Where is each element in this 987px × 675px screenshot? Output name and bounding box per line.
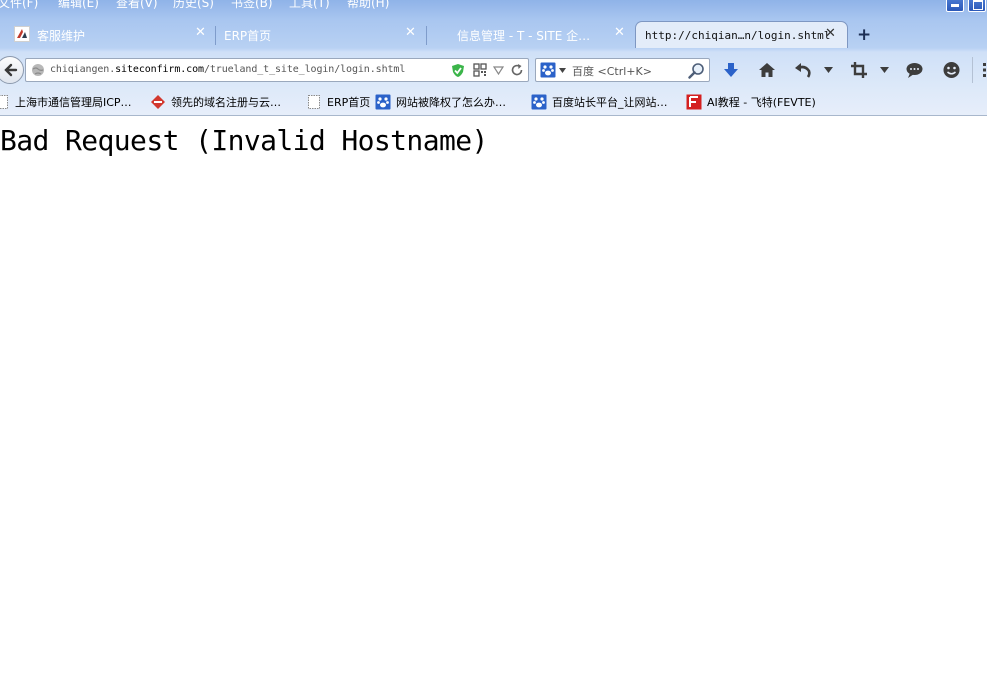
blank-page-icon xyxy=(308,95,320,109)
url-path: /trueland_t_site_login/login.shtml xyxy=(203,64,406,75)
new-tab-button[interactable]: + xyxy=(857,25,871,45)
menu-history[interactable]: 历史(S) xyxy=(173,0,214,11)
address-bar[interactable]: chiqiangen.siteconfirm.com/trueland_t_si… xyxy=(25,58,529,82)
download-icon[interactable] xyxy=(722,61,740,79)
tab-close-icon[interactable]: ✕ xyxy=(195,25,206,40)
menu-edit[interactable]: 编辑(E) xyxy=(58,0,99,11)
menu-file[interactable]: 文件(F) xyxy=(0,0,38,11)
bookmark-fevte[interactable]: AI教程 - 飞特(FEVTE) xyxy=(686,93,816,111)
security-shield-icon[interactable] xyxy=(451,63,465,78)
tab-close-icon[interactable]: ✕ xyxy=(825,26,836,41)
bookmark-baidu-webmaster[interactable]: 百度站长平台_让网站… xyxy=(531,93,668,111)
menu-bookmarks[interactable]: 书签(B) xyxy=(231,0,273,11)
bookmark-icp[interactable]: 上海市通信管理局ICP… xyxy=(0,93,132,111)
tab-info-management[interactable]: 信息管理 - T - SITE 企… ✕ xyxy=(427,21,635,48)
minimize-button[interactable] xyxy=(946,0,964,12)
tab-close-icon[interactable]: ✕ xyxy=(614,25,625,40)
tab-login-active[interactable]: http://chiqian…n/login.shtml ✕ xyxy=(635,21,848,48)
bookmark-label: 上海市通信管理局ICP… xyxy=(15,96,132,109)
tab-label: http://chiqian…n/login.shtml xyxy=(645,29,831,42)
tab-label: 信息管理 - T - SITE 企… xyxy=(457,29,591,43)
screenshot-dropdown-icon[interactable] xyxy=(880,67,889,73)
back-arrow-icon xyxy=(4,63,18,77)
tab-label: 客服维护 xyxy=(37,29,86,43)
url-domain: siteconfirm.com xyxy=(115,64,204,75)
home-icon[interactable] xyxy=(758,61,776,79)
reload-icon[interactable] xyxy=(510,63,524,77)
menu-view[interactable]: 查看(V) xyxy=(116,0,158,11)
tab-label: ERP首页 xyxy=(224,29,272,43)
restore-icon xyxy=(973,0,983,10)
fevte-logo-icon xyxy=(686,94,702,110)
restore-button[interactable] xyxy=(968,0,986,12)
search-icon[interactable] xyxy=(688,62,705,79)
menu-tools[interactable]: 工具(T) xyxy=(289,0,330,11)
undo-dropdown-icon[interactable] xyxy=(824,67,833,73)
bookmark-site-penalty[interactable]: 网站被降权了怎么办… xyxy=(375,93,506,111)
url-text: chiqiangen.siteconfirm.com/trueland_t_si… xyxy=(50,64,405,75)
url-prefix: chiqiangen. xyxy=(50,64,116,75)
smiley-feedback-icon[interactable] xyxy=(942,61,961,79)
tab-erp[interactable]: ERP首页 ✕ xyxy=(216,21,426,48)
search-input[interactable]: 百度 <Ctrl+K> xyxy=(572,63,652,79)
globe-icon xyxy=(32,64,44,76)
baidu-paw-icon xyxy=(375,94,391,110)
baidu-paw-icon xyxy=(531,94,547,110)
search-bar[interactable]: 百度 <Ctrl+K> xyxy=(535,58,710,82)
menu-overflow-icon[interactable] xyxy=(981,62,987,78)
history-dropdown-icon[interactable] xyxy=(493,66,504,75)
minimize-icon xyxy=(951,4,959,7)
baidu-engine-icon[interactable] xyxy=(540,62,556,78)
error-heading: Bad Request (Invalid Hostname) xyxy=(0,124,488,157)
bookmark-label: ERP首页 xyxy=(327,96,371,109)
bookmark-label: AI教程 - 飞特(FEVTE) xyxy=(707,96,816,109)
chat-bubble-icon[interactable] xyxy=(905,61,924,79)
screenshot-crop-icon[interactable] xyxy=(850,61,868,79)
bookmark-label: 百度站长平台_让网站… xyxy=(552,96,668,109)
chrome-divider xyxy=(0,115,987,116)
menu-help[interactable]: 帮助(H) xyxy=(347,0,389,11)
diamond-logo-icon xyxy=(151,95,165,109)
tab-kefu[interactable]: 客服维护 ✕ xyxy=(0,21,215,48)
toolbar-separator xyxy=(972,57,973,83)
undo-close-tab-icon[interactable] xyxy=(793,61,812,79)
site-favicon-icon xyxy=(14,26,30,42)
engine-dropdown-icon[interactable] xyxy=(559,68,566,73)
tab-close-icon[interactable]: ✕ xyxy=(405,25,416,40)
bookmark-domain-cloud[interactable]: 领先的域名注册与云… xyxy=(150,93,281,111)
bookmark-label: 网站被降权了怎么办… xyxy=(396,96,506,109)
qr-code-icon[interactable] xyxy=(473,63,487,77)
blank-page-icon xyxy=(0,95,8,109)
bookmark-erp[interactable]: ERP首页 xyxy=(306,93,370,111)
bookmark-label: 领先的域名注册与云… xyxy=(171,96,281,109)
